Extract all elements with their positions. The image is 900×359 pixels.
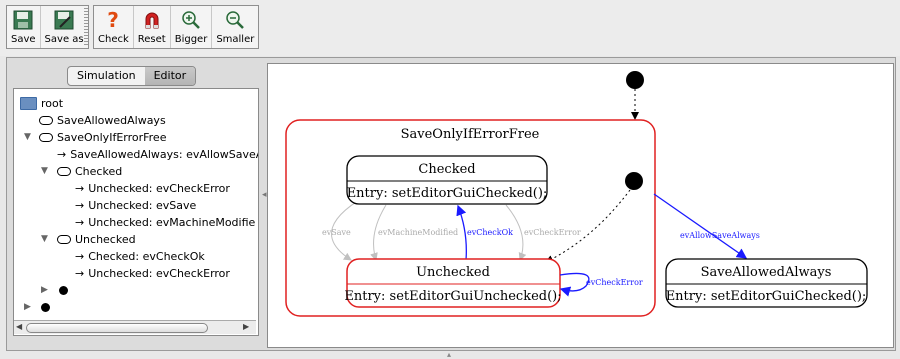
initial-state-dot[interactable] — [626, 71, 644, 89]
state-unchecked-name: Unchecked — [416, 265, 490, 280]
transition-ev-check-error-self[interactable] — [559, 272, 590, 297]
floppy-disk-icon — [12, 9, 34, 31]
mode-tabs: Simulation Editor — [67, 66, 197, 86]
save-button[interactable]: Save — [7, 6, 41, 48]
bigger-button-label: Bigger — [174, 34, 208, 45]
expand-toggle-icon[interactable]: ▼ — [41, 166, 48, 176]
state-icon — [57, 235, 71, 244]
reset-button-label: Reset — [137, 34, 166, 45]
statechart-canvas[interactable]: SaveOnlyIfErrorFree evSave evMachineModi… — [267, 63, 894, 348]
tree-item-label: SaveOnlyIfErrorFree — [57, 131, 167, 144]
save-as-button-label: Save as — [44, 34, 84, 45]
save-button-label: Save — [11, 34, 36, 45]
tree-item-label: Unchecked: evSave — [88, 199, 197, 212]
tree-root-label: root — [41, 97, 64, 110]
tree-item-initial-state[interactable] — [59, 282, 68, 299]
transition-label-ev-allow-save-always: evAllowSaveAlways — [680, 231, 760, 240]
tree-item-label: Checked — [75, 165, 123, 178]
state-save-allowed-always[interactable]: SaveAllowedAlways Entry: setEditorGuiChe… — [665, 258, 868, 308]
question-mark-icon: ? — [102, 9, 124, 31]
transition-arrow-icon: → — [75, 182, 85, 195]
state-icon — [57, 167, 71, 176]
tree-transition-item[interactable]: → SaveAllowedAlways: evAllowSaveA — [57, 146, 259, 163]
state-save-allowed-always-entry: Entry: setEditorGuiChecked(); — [666, 289, 867, 304]
file-button-group: Save Save as — [6, 5, 89, 49]
tab-editor[interactable]: Editor — [144, 67, 196, 85]
state-checked[interactable]: Checked Entry: setEditorGuiChecked(); — [346, 155, 548, 205]
tree-item-label: Unchecked — [75, 233, 136, 246]
state-unchecked[interactable]: Unchecked Entry: setEditorGuiUnchecked()… — [344, 258, 562, 308]
initial-state-icon — [59, 286, 68, 295]
scroll-right-icon[interactable]: ▶ — [243, 322, 249, 331]
state-icon — [39, 133, 53, 142]
transition-ev-check-ok[interactable] — [456, 204, 467, 261]
tree-item-label: Unchecked: evCheckError — [88, 267, 230, 280]
transition-label-ev-check-error-self: evCheckError — [586, 278, 643, 287]
folder-icon — [20, 97, 37, 110]
tree-item-save-allowed-always[interactable]: SaveAllowedAlways — [39, 112, 166, 129]
transition-arrow-icon: → — [75, 199, 85, 212]
tree-item-label: SaveAllowedAlways — [57, 114, 166, 127]
transition-ev-allow-save-always[interactable] — [653, 193, 748, 259]
tree-item-label: Checked: evCheckOk — [88, 250, 205, 263]
tree-item-label: SaveAllowedAlways: evAllowSaveA — [70, 148, 259, 161]
splitter-handle[interactable]: ◂ — [262, 190, 267, 200]
tree-transition-item[interactable]: → Unchecked: evCheckError — [75, 180, 230, 197]
action-button-group: ? Check Reset Bigger Smaller — [93, 5, 260, 49]
inner-initial-state-dot[interactable] — [625, 172, 643, 190]
initial-state-icon — [41, 303, 50, 312]
tree-item-label: Unchecked: evCheckError — [88, 182, 230, 195]
state-checked-entry: Entry: setEditorGuiChecked(); — [347, 186, 548, 201]
transition-label-ev-check-ok: evCheckOk — [467, 228, 513, 237]
transition-arrow-icon: → — [75, 250, 85, 263]
reset-button[interactable]: Reset — [134, 6, 171, 48]
scrollbar-thumb[interactable] — [26, 323, 208, 333]
transition-label-ev-save: evSave — [322, 228, 351, 237]
transition-arrow-icon: → — [75, 216, 85, 229]
transition-arrow-icon: → — [75, 267, 85, 280]
tree-horizontal-scrollbar[interactable]: ◀ ▶ — [14, 320, 256, 334]
tree-item-save-only-if-error-free[interactable]: SaveOnlyIfErrorFree — [39, 129, 166, 146]
check-button-label: Check — [98, 34, 129, 45]
tree-item-initial-state[interactable] — [41, 299, 50, 316]
tab-simulation[interactable]: Simulation — [68, 67, 145, 85]
transition-label-ev-machine-modified: evMachineModified — [378, 228, 458, 237]
tree-transition-item[interactable]: → Unchecked: evMachineModifie — [75, 214, 255, 231]
floppy-disk-pencil-icon — [53, 9, 75, 31]
smaller-button[interactable]: Smaller — [212, 6, 258, 48]
expand-toggle-icon[interactable]: ▼ — [41, 234, 48, 244]
zoom-out-icon — [224, 9, 246, 31]
tree-item-checked[interactable]: Checked — [57, 163, 122, 180]
transition-label-ev-check-error-checked: evCheckError — [524, 228, 581, 237]
tree-root[interactable]: root — [20, 95, 63, 112]
tree-transition-item[interactable]: → Unchecked: evCheckError — [75, 265, 230, 282]
state-checked-name: Checked — [418, 162, 475, 177]
tree-transition-item[interactable]: → Unchecked: evSave — [75, 197, 196, 214]
bigger-button[interactable]: Bigger — [171, 6, 213, 48]
toolbar-separator — [84, 8, 88, 46]
expand-toggle-icon[interactable]: ▼ — [24, 132, 31, 142]
state-save-allowed-always-name: SaveAllowedAlways — [701, 265, 832, 280]
inner-initial-transition-arrow — [545, 189, 631, 263]
smaller-button-label: Smaller — [216, 34, 255, 45]
collapse-toggle-icon[interactable]: ▶ — [41, 285, 48, 295]
zoom-in-icon — [180, 9, 202, 31]
svg-text:?: ? — [108, 9, 120, 31]
collapse-toggle-icon[interactable]: ▶ — [24, 302, 31, 312]
toolbar: Save Save as ? Check Reset Bigger Smalle… — [0, 0, 900, 56]
transition-arrow-icon: → — [57, 148, 67, 161]
state-icon — [39, 116, 53, 125]
state-tree[interactable]: root SaveAllowedAlways ▼ SaveOnlyIfError… — [13, 88, 259, 336]
tree-item-unchecked[interactable]: Unchecked — [57, 231, 136, 248]
state-unchecked-entry: Entry: setEditorGuiUnchecked(); — [344, 289, 561, 304]
scroll-left-icon[interactable]: ◀ — [16, 322, 22, 331]
bottom-resize-handle[interactable]: ▴ — [447, 350, 451, 359]
magnet-icon — [141, 9, 163, 31]
tree-item-label: Unchecked: evMachineModifie — [88, 216, 256, 229]
save-as-button[interactable]: Save as — [41, 6, 88, 48]
composite-state-name: SaveOnlyIfErrorFree — [401, 127, 540, 142]
check-button[interactable]: ? Check — [94, 6, 134, 48]
tree-transition-item[interactable]: → Checked: evCheckOk — [75, 248, 205, 265]
